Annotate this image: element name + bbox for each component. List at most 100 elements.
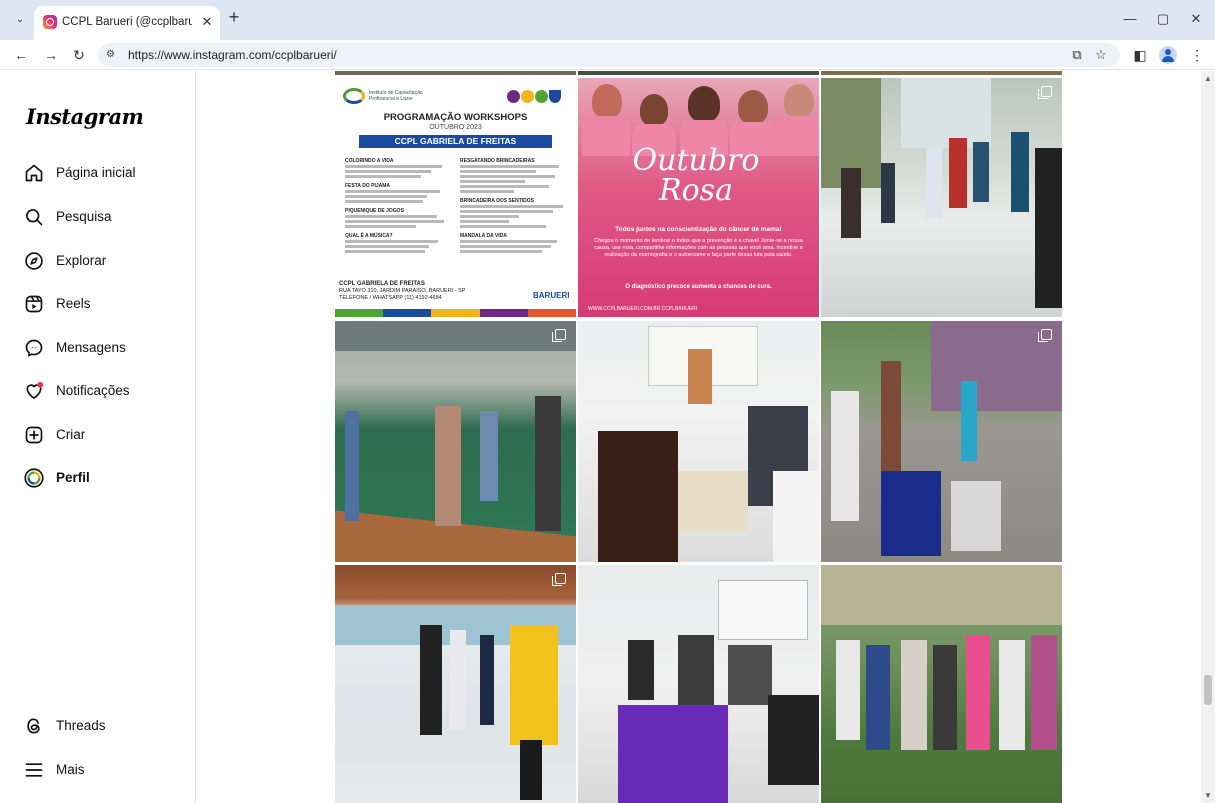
- plus-square-icon: [25, 426, 43, 444]
- address-bar[interactable]: ⚙ https://www.instagram.com/ccplbarueri/…: [98, 43, 1120, 67]
- sidebar-item-label: Pesquisa: [56, 209, 112, 224]
- post-thumbnail[interactable]: [821, 78, 1062, 317]
- reload-button[interactable]: ↻: [68, 44, 90, 66]
- scroll-up-icon[interactable]: ▲: [1204, 74, 1212, 83]
- sidebar-item-reels[interactable]: Reels: [14, 285, 184, 323]
- sidebar-item-label: Mais: [56, 762, 85, 777]
- flyer-institute: Instituto de Capacitação Profissional e …: [369, 90, 423, 102]
- person-figure: [738, 90, 768, 124]
- post-thumbnail[interactable]: [821, 321, 1062, 562]
- flyer-section-title: MANDALA DA VIDA: [460, 233, 507, 239]
- sidebar-item-label: Reels: [56, 296, 91, 311]
- bookmark-star-icon[interactable]: ☆: [1092, 46, 1110, 64]
- instagram-logo[interactable]: Instagram: [26, 104, 144, 129]
- install-app-icon[interactable]: ⧉: [1068, 46, 1086, 64]
- scrollbar-thumb[interactable]: [1204, 675, 1212, 705]
- back-button[interactable]: ←: [10, 44, 32, 66]
- post-thumbnail[interactable]: [578, 71, 819, 75]
- flyer-color-bar: [335, 309, 576, 317]
- flyer-section-title: QUAL É A MÚSICA?: [345, 233, 393, 239]
- rosa-script-title: Outubro Rosa: [632, 143, 760, 208]
- flyer-brand-dots: [507, 90, 562, 108]
- site-info-icon[interactable]: ⚙: [106, 47, 120, 63]
- reels-icon: [25, 295, 43, 313]
- flyer-footer: CCPL GABRIELA DE FREITAS RUA TAYO 310, J…: [339, 281, 465, 302]
- sidebar-item-label: Criar: [56, 427, 86, 442]
- profile-post-grid: Instituto de Capacitação Profissional e …: [197, 71, 1201, 803]
- post-thumbnail[interactable]: [335, 321, 576, 562]
- rosa-tagline: Todos juntos na conscientização do cânce…: [615, 226, 782, 233]
- tab-search-button[interactable]: ⌄: [10, 11, 30, 29]
- sidebar-item-explore[interactable]: Explorar: [14, 242, 184, 280]
- sidebar-item-more[interactable]: Mais: [14, 751, 184, 789]
- menu-icon: [25, 763, 43, 777]
- sidebar-item-label: Perfil: [56, 470, 90, 485]
- post-workshop-flyer[interactable]: Instituto de Capacitação Profissional e …: [335, 78, 576, 317]
- flyer-footer-phone: TELEFONE / WHATSAPP (11) 4192-4684: [339, 295, 442, 301]
- heart-icon: [26, 381, 44, 399]
- browser-tabstrip: ⌄ CCPL Barueri (@ccplbarueri) • F ✕ + — …: [0, 0, 1215, 40]
- close-tab-icon[interactable]: ✕: [199, 14, 215, 30]
- flyer-banner: CCPL GABRIELA DE FREITAS: [359, 135, 552, 148]
- person-figure: [640, 94, 668, 126]
- post-thumbnail[interactable]: [335, 71, 576, 75]
- rosa-closing: O diagnóstico precoce aumenta a chances …: [625, 284, 772, 290]
- flyer-footer-name: CCPL GABRIELA DE FREITAS: [339, 281, 425, 287]
- rosa-body: Chegou o momento de lembrar a todos que …: [594, 238, 803, 258]
- person-figure: [784, 84, 814, 118]
- url-text[interactable]: https://www.instagram.com/ccplbarueri/: [128, 48, 337, 62]
- post-thumbnail[interactable]: [578, 321, 819, 562]
- side-panel-icon[interactable]: ◧: [1129, 44, 1151, 66]
- minimize-window-button[interactable]: —: [1118, 8, 1142, 30]
- post-thumbnail[interactable]: [335, 565, 576, 803]
- close-window-button[interactable]: ✕: [1184, 8, 1208, 30]
- sidebar-item-notifications[interactable]: Notificações: [14, 372, 184, 410]
- flyer-subtitle: OUTUBRO 2023: [429, 124, 482, 131]
- sidebar-item-messages[interactable]: Mensagens: [14, 329, 184, 367]
- post-outubro-rosa[interactable]: Outubro Rosa Todos juntos na conscientiz…: [578, 78, 819, 317]
- forward-button[interactable]: →: [40, 44, 62, 66]
- sidebar-item-label: Mensagens: [56, 340, 126, 355]
- compass-icon: [25, 252, 43, 270]
- instagram-favicon-icon: [43, 15, 57, 29]
- sidebar-item-home[interactable]: Página inicial: [14, 154, 184, 192]
- sidebar-item-profile[interactable]: Perfil: [14, 459, 184, 497]
- ccpl-logo-icon: [343, 88, 365, 104]
- messenger-icon: [25, 339, 43, 357]
- flyer-section-title: COLORINDO A VIDA: [345, 158, 394, 164]
- barueri-logo: BARUERI: [533, 291, 570, 300]
- browser-toolbar: ← → ↻ ⚙ https://www.instagram.com/ccplba…: [0, 40, 1215, 70]
- flyer-section-title: BRINCADEIRA DOS SENTIDOS: [460, 198, 534, 204]
- flyer-title: PROGRAMAÇÃO WORKSHOPS: [383, 112, 528, 123]
- flyer-section-title: PIQUENIQUE DE JOGOS: [345, 208, 404, 214]
- flyer-section-title: FESTA DO PIJAMA: [345, 183, 391, 189]
- post-thumbnail[interactable]: [821, 71, 1062, 75]
- post-thumbnail[interactable]: [821, 565, 1062, 803]
- kebab-menu-icon[interactable]: ⋮: [1186, 44, 1208, 66]
- threads-icon: [27, 718, 40, 734]
- browser-tab[interactable]: CCPL Barueri (@ccplbarueri) • F ✕: [34, 6, 220, 40]
- maximize-window-button[interactable]: ▢: [1151, 8, 1175, 30]
- sidebar-item-threads[interactable]: Threads: [14, 707, 184, 745]
- home-icon: [25, 164, 43, 182]
- flyer-right-column: RESGATANDO BRINCADEIRAS BRINCADEIRA DOS …: [460, 158, 568, 255]
- profile-icon[interactable]: [1159, 46, 1177, 64]
- sidebar-item-create[interactable]: Criar: [14, 416, 184, 454]
- page-scrollbar[interactable]: ▲ ▼: [1201, 71, 1215, 803]
- scroll-down-icon[interactable]: ▼: [1204, 791, 1212, 800]
- sidebar-item-search[interactable]: Pesquisa: [14, 198, 184, 236]
- carousel-icon: [552, 573, 566, 586]
- carousel-icon: [552, 329, 566, 342]
- rosa-footer: WWW.CCPLBARUERI.COM.BR CCPLBARUERI: [588, 306, 698, 312]
- sidebar-item-label: Explorar: [56, 253, 107, 268]
- carousel-icon: [1038, 86, 1052, 99]
- avatar-icon: [24, 468, 44, 488]
- post-thumbnail[interactable]: [578, 565, 819, 803]
- search-icon: [26, 209, 43, 226]
- flyer-left-column: COLORINDO A VIDA FESTA DO PIJAMA PIQUENI…: [345, 158, 453, 255]
- instagram-sidebar: Instagram Página inicial Pesquisa Explor…: [0, 71, 196, 803]
- carousel-icon: [1038, 329, 1052, 342]
- flyer-section-title: RESGATANDO BRINCADEIRAS: [460, 158, 535, 164]
- new-tab-button[interactable]: +: [225, 8, 243, 26]
- sidebar-item-label: Threads: [56, 718, 106, 733]
